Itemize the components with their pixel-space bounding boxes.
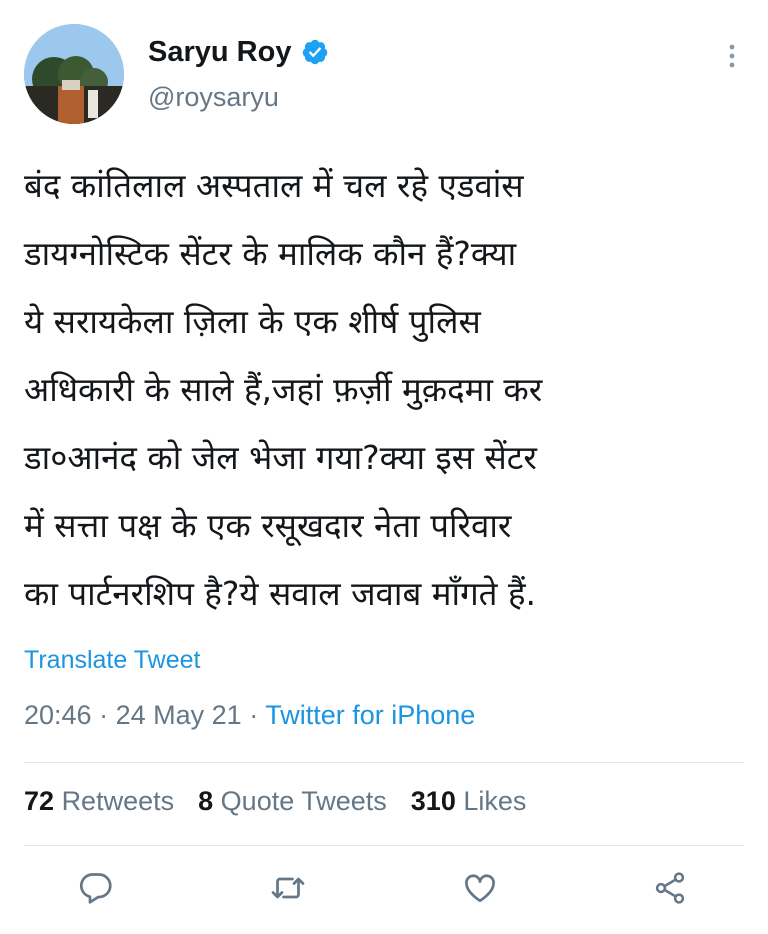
retweets-label: Retweets — [61, 786, 175, 816]
tweet-source-app[interactable]: Twitter for iPhone — [265, 700, 475, 730]
tweet-time: 20:46 — [24, 700, 92, 730]
quote-tweets-stat[interactable]: 8 Quote Tweets — [198, 786, 387, 817]
tweet-actions — [0, 862, 768, 912]
tweet-line: में सत्ता पक्ष के एक रसूखदार नेता परिवार — [24, 506, 512, 545]
retweets-count: 72 — [24, 786, 55, 816]
likes-label: Likes — [463, 786, 527, 816]
tweet-line: ये सरायकेला ज़िला के एक शीर्ष पुलिस — [24, 302, 481, 341]
tweet-line: का पार्टनरशिप है?ये सवाल जवाब माँगते हैं… — [24, 574, 536, 613]
avatar[interactable] — [24, 24, 124, 124]
engagement-stats: 72 Retweets 8 Quote Tweets 310 Likes — [24, 786, 526, 817]
likes-stat[interactable]: 310 Likes — [411, 786, 527, 817]
likes-count: 310 — [410, 786, 456, 816]
quote-tweets-label: Quote Tweets — [220, 786, 387, 816]
divider — [24, 762, 744, 763]
heart-icon[interactable] — [462, 870, 498, 906]
meta-separator: · — [249, 700, 259, 730]
name-row: Saryu Roy — [148, 34, 329, 70]
verified-badge-icon — [303, 39, 328, 65]
tweet-header: Saryu Roy @roysaryu — [24, 24, 744, 128]
tweet-line: डायग्नोस्टिक सेंटर के मालिक कौन हैं?क्या — [24, 234, 517, 273]
tweet-meta: 20:46 · 24 May 21 · Twitter for iPhone — [24, 700, 475, 731]
divider — [24, 845, 744, 846]
translate-tweet-link[interactable]: Translate Tweet — [24, 646, 200, 675]
meta-separator: · — [99, 700, 109, 730]
quote-tweets-count: 8 — [198, 786, 214, 816]
tweet-date: 24 May 21 — [115, 700, 242, 730]
reply-icon[interactable] — [78, 870, 114, 906]
tweet-line: डा०आनंद को जेल भेजा गया?क्या इस सेंटर — [24, 438, 537, 477]
tweet-line: अधिकारी के साले हैं,जहां फ़र्ज़ी मुक़दमा… — [24, 370, 543, 409]
retweets-stat[interactable]: 72 Retweets — [24, 786, 174, 817]
user-handle[interactable]: @roysaryu — [148, 82, 279, 113]
display-name[interactable]: Saryu Roy — [148, 36, 291, 69]
more-vertical-icon[interactable] — [724, 42, 740, 70]
tweet-line: बंद कांतिलाल अस्पताल में चल रहे एडवांस — [24, 166, 524, 205]
retweet-icon[interactable] — [270, 870, 306, 906]
share-icon[interactable] — [652, 870, 688, 906]
tweet-text: बंद कांतिलाल अस्पताल में चल रहे एडवांस डा… — [24, 152, 748, 628]
